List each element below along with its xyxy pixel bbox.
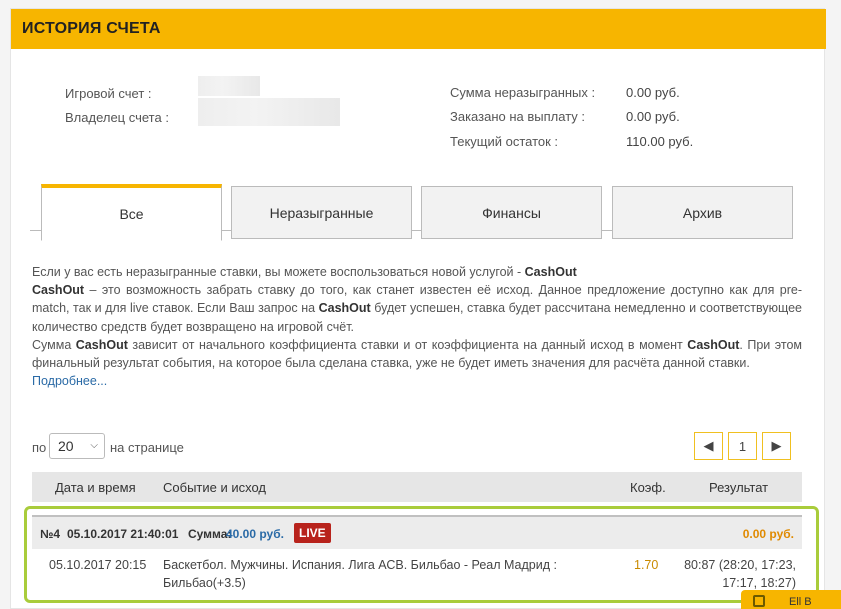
- panel-header: ИСТОРИЯ СЧЕТА: [11, 9, 826, 49]
- row-score-2: 17:17, 18:27): [722, 576, 796, 590]
- tab-all-label: Все: [119, 206, 144, 222]
- bet-header[interactable]: №4 05.10.2017 21:40:01 Сумма: 40.00 руб.…: [32, 515, 802, 549]
- bet-sum-value: 40.00 руб.: [226, 527, 284, 541]
- ordered-payout-label: Заказано на выплату :: [450, 109, 586, 124]
- bet-datetime: 05.10.2017 21:40:01: [67, 527, 179, 541]
- row-outcome: Бильбао(+3.5): [163, 576, 246, 590]
- tab-unplayed-label: Неразыгранные: [269, 204, 374, 221]
- box-icon: [753, 595, 765, 607]
- account-number-blurred: [198, 76, 260, 96]
- per-page-value: 20: [58, 438, 74, 454]
- col-datetime: Дата и время: [55, 480, 136, 495]
- row-coef: 1.70: [634, 558, 659, 572]
- unplayed-sum-value: 0.00 руб.: [626, 85, 680, 100]
- current-page-number: 1: [738, 438, 747, 454]
- more-link[interactable]: Подробнее...: [32, 374, 107, 388]
- balance-label: Текущий остаток :: [450, 134, 559, 149]
- tab-archive[interactable]: Архив: [612, 186, 793, 239]
- cashout-term: CashOut: [687, 337, 740, 352]
- unplayed-sum-label: Сумма неразыгранных :: [450, 85, 596, 100]
- cashout-term: CashOut: [75, 337, 128, 352]
- per-page-select[interactable]: 20 ⌵: [49, 433, 105, 459]
- per-page-suffix: на странице: [110, 440, 184, 455]
- ordered-payout-value: 0.00 руб.: [626, 109, 680, 124]
- arrow-left-icon: ◀: [703, 438, 714, 453]
- arrow-right-icon: ▶: [771, 438, 782, 453]
- tab-finance[interactable]: Финансы: [421, 186, 602, 239]
- cashout-term: CashOut: [524, 265, 577, 279]
- next-page-button[interactable]: ▶: [762, 432, 791, 460]
- owner-label: Владелец счета :: [65, 110, 169, 125]
- table-header: Дата и время Событие и исход Коэф. Резул…: [32, 472, 802, 502]
- cashout-term: CashOut: [318, 301, 371, 316]
- tab-unplayed[interactable]: Неразыгранные: [231, 186, 412, 239]
- desc-text-1: Если у вас есть неразыгранные ставки, вы…: [32, 265, 525, 279]
- current-page[interactable]: 1: [728, 432, 757, 460]
- game-account-label: Игровой счет :: [65, 86, 152, 101]
- floating-corner-button[interactable]: Ell B: [741, 590, 841, 609]
- per-page-prefix: по: [32, 440, 47, 455]
- col-coef: Коэф.: [630, 480, 666, 495]
- tab-all[interactable]: Все: [41, 184, 222, 241]
- bet-sum-label: Сумма:: [188, 527, 232, 541]
- chevron-down-icon: ⌵: [90, 440, 98, 451]
- desc-text-4: Сумма: [32, 337, 76, 352]
- cashout-description: Если у вас есть неразыгранные ставки, вы…: [32, 263, 802, 390]
- row-score-1: 80:87 (28:20, 17:23,: [684, 558, 796, 572]
- page-title: ИСТОРИЯ СЧЕТА: [22, 20, 161, 37]
- bet-number: №4: [40, 527, 61, 541]
- cashout-term: CashOut: [32, 283, 85, 298]
- table-row[interactable]: 05.10.2017 20:15 Баскетбол. Мужчины. Исп…: [32, 549, 802, 597]
- bet-result: 0.00 руб.: [742, 527, 794, 541]
- owner-name-blurred: [198, 98, 340, 126]
- tab-archive-label: Архив: [682, 204, 723, 221]
- col-result: Результат: [709, 480, 769, 495]
- live-badge: LIVE: [294, 523, 331, 543]
- col-event: Событие и исход: [163, 480, 266, 495]
- corner-button-label: Ell B: [789, 596, 812, 608]
- row-date: 05.10.2017 20:15: [49, 558, 147, 572]
- tab-finance-label: Финансы: [482, 204, 541, 221]
- balance-value: 110.00 руб.: [626, 134, 694, 149]
- row-event: Баскетбол. Мужчины. Испания. Лига АСВ. Б…: [163, 558, 557, 572]
- prev-page-button[interactable]: ◀: [694, 432, 723, 460]
- desc-text-5: зависит от начального коэффициента ставк…: [127, 337, 688, 352]
